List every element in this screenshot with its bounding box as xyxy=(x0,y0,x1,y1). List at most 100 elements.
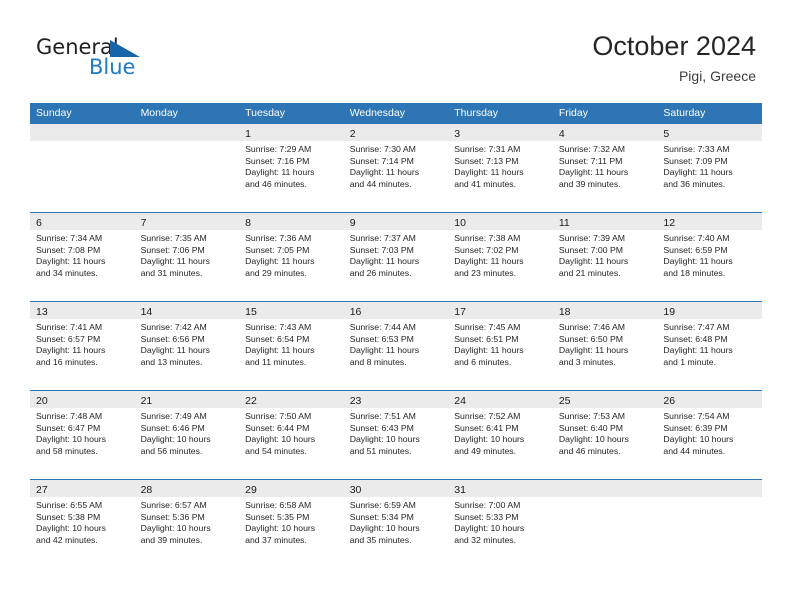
day-info: Sunrise: 7:49 AM Sunset: 6:46 PM Dayligh… xyxy=(135,408,240,457)
sunset-text: Sunset: 7:00 PM xyxy=(558,244,624,255)
sunrise-text: Sunrise: 7:49 AM xyxy=(140,411,207,421)
day-cell: 3 Sunrise: 7:31 AM Sunset: 7:13 PM Dayli… xyxy=(448,124,553,212)
day-number-band: 15 xyxy=(239,302,344,319)
day-number-band: 10 xyxy=(448,213,553,230)
day-cell: 15 Sunrise: 7:43 AM Sunset: 6:54 PM Dayl… xyxy=(239,302,344,390)
daylight-text-line1: Daylight: 11 hours xyxy=(454,167,524,178)
day-info: Sunrise: 7:33 AM Sunset: 7:09 PM Dayligh… xyxy=(657,141,762,190)
day-number-band: 22 xyxy=(239,391,344,408)
sunrise-text: Sunrise: 6:59 AM xyxy=(349,500,416,510)
sunrise-text: Sunrise: 7:39 AM xyxy=(558,233,625,243)
day-cell: 23 Sunrise: 7:51 AM Sunset: 6:43 PM Dayl… xyxy=(343,391,449,479)
day-cell: 28 Sunrise: 6:57 AM Sunset: 5:36 PM Dayl… xyxy=(134,480,240,568)
daylight-text-line1: Daylight: 10 hours xyxy=(140,434,211,445)
daylight-text-line1: Daylight: 11 hours xyxy=(245,167,315,178)
daylight-text-line2: and 26 minutes. xyxy=(349,267,412,278)
daylight-text-line2: and 13 minutes. xyxy=(140,356,203,367)
weekday-header-sunday: Sunday xyxy=(36,107,72,119)
day-cell: 12 Sunrise: 7:40 AM Sunset: 6:59 PM Dayl… xyxy=(657,213,762,301)
daylight-text-line2: and 18 minutes. xyxy=(663,267,726,278)
day-number-band xyxy=(552,480,658,497)
sunrise-text: Sunrise: 7:33 AM xyxy=(663,144,730,154)
day-info: Sunrise: 7:38 AM Sunset: 7:02 PM Dayligh… xyxy=(448,230,553,279)
day-number: 1 xyxy=(245,128,251,140)
day-cell: 13 Sunrise: 7:41 AM Sunset: 6:57 PM Dayl… xyxy=(30,302,135,390)
day-number-band: 31 xyxy=(448,480,553,497)
day-cell: 24 Sunrise: 7:52 AM Sunset: 6:41 PM Dayl… xyxy=(448,391,553,479)
daylight-text-line1: Daylight: 11 hours xyxy=(558,167,629,178)
sunset-text: Sunset: 7:16 PM xyxy=(245,155,310,166)
day-info: Sunrise: 7:50 AM Sunset: 6:44 PM Dayligh… xyxy=(239,408,344,457)
sunrise-text: Sunrise: 7:35 AM xyxy=(140,233,207,243)
sunset-text: Sunset: 7:14 PM xyxy=(349,155,414,166)
daylight-text-line2: and 42 minutes. xyxy=(36,534,98,545)
daylight-text-line1: Daylight: 10 hours xyxy=(454,523,525,534)
daylight-text-line1: Daylight: 11 hours xyxy=(454,345,524,356)
day-number-band xyxy=(657,480,762,497)
daylight-text-line2: and 49 minutes. xyxy=(454,445,517,456)
day-number-band: 18 xyxy=(552,302,658,319)
day-number-band: 29 xyxy=(239,480,344,497)
weekday-header-saturday: Saturday xyxy=(663,107,706,119)
daylight-text-line1: Daylight: 11 hours xyxy=(36,256,106,267)
sunrise-text: Sunrise: 7:44 AM xyxy=(349,322,416,332)
day-info xyxy=(657,497,762,500)
day-number: 31 xyxy=(454,484,466,496)
day-number: 20 xyxy=(36,395,48,407)
day-cell: 14 Sunrise: 7:42 AM Sunset: 6:56 PM Dayl… xyxy=(134,302,240,390)
sunset-text: Sunset: 6:51 PM xyxy=(454,333,519,344)
sunset-text: Sunset: 7:09 PM xyxy=(663,155,728,166)
week-row: 13 Sunrise: 7:41 AM Sunset: 6:57 PM Dayl… xyxy=(30,301,762,390)
daylight-text-line2: and 44 minutes. xyxy=(349,178,412,189)
day-cell: 11 Sunrise: 7:39 AM Sunset: 7:00 PM Dayl… xyxy=(552,213,658,301)
day-number-band: 5 xyxy=(657,124,762,141)
title-block: October 2024 Pigi, Greece xyxy=(592,30,756,84)
day-cell: 7 Sunrise: 7:35 AM Sunset: 7:06 PM Dayli… xyxy=(134,213,240,301)
day-number: 25 xyxy=(558,395,571,407)
day-number: 12 xyxy=(663,217,676,229)
weekday-header-friday: Friday xyxy=(558,107,588,119)
sunset-text: Sunset: 6:50 PM xyxy=(558,333,624,344)
day-number: 29 xyxy=(245,484,257,496)
day-cell: 22 Sunrise: 7:50 AM Sunset: 6:44 PM Dayl… xyxy=(239,391,344,479)
sunset-text: Sunset: 6:59 PM xyxy=(663,244,728,255)
day-info: Sunrise: 6:58 AM Sunset: 5:35 PM Dayligh… xyxy=(239,497,344,546)
daylight-text-line2: and 54 minutes. xyxy=(245,445,307,456)
sunrise-text: Sunrise: 7:40 AM xyxy=(663,233,730,243)
daylight-text-line2: and 23 minutes. xyxy=(454,267,517,278)
day-cell: 10 Sunrise: 7:38 AM Sunset: 7:02 PM Dayl… xyxy=(448,213,553,301)
sunrise-text: Sunrise: 7:47 AM xyxy=(663,322,730,332)
day-info: Sunrise: 7:36 AM Sunset: 7:05 PM Dayligh… xyxy=(239,230,344,279)
sunset-text: Sunset: 6:44 PM xyxy=(245,422,310,433)
day-number-band: 16 xyxy=(343,302,449,319)
daylight-text-line1: Daylight: 11 hours xyxy=(140,345,210,356)
sunrise-text: Sunrise: 7:48 AM xyxy=(36,411,103,421)
day-cell: 4 Sunrise: 7:32 AM Sunset: 7:11 PM Dayli… xyxy=(552,124,658,212)
day-cell: 29 Sunrise: 6:58 AM Sunset: 5:35 PM Dayl… xyxy=(239,480,344,568)
sunset-text: Sunset: 6:41 PM xyxy=(454,422,519,433)
daylight-text-line2: and 51 minutes. xyxy=(349,445,412,456)
day-info: Sunrise: 7:29 AM Sunset: 7:16 PM Dayligh… xyxy=(239,141,344,190)
daylight-text-line1: Daylight: 10 hours xyxy=(36,434,107,445)
day-info: Sunrise: 7:42 AM Sunset: 6:56 PM Dayligh… xyxy=(135,319,240,368)
daylight-text-line2: and 56 minutes. xyxy=(140,445,203,456)
day-number: 15 xyxy=(245,306,257,318)
day-number: 21 xyxy=(140,395,153,407)
day-number: 6 xyxy=(36,217,42,229)
sunrise-text: Sunrise: 7:53 AM xyxy=(558,411,625,421)
daylight-text-line2: and 1 minute. xyxy=(663,356,717,367)
daylight-text-line2: and 58 minutes. xyxy=(36,445,98,456)
day-number-band: 12 xyxy=(657,213,762,230)
day-number: 4 xyxy=(558,128,565,140)
day-cell xyxy=(30,124,135,212)
day-info: Sunrise: 7:31 AM Sunset: 7:13 PM Dayligh… xyxy=(448,141,553,190)
day-number: 9 xyxy=(349,217,356,229)
day-cell: 17 Sunrise: 7:45 AM Sunset: 6:51 PM Dayl… xyxy=(448,302,553,390)
day-info: Sunrise: 7:00 AM Sunset: 5:33 PM Dayligh… xyxy=(448,497,553,546)
daylight-text-line2: and 39 minutes. xyxy=(140,534,203,545)
sunset-text: Sunset: 6:53 PM xyxy=(349,333,414,344)
day-cell: 31 Sunrise: 7:00 AM Sunset: 5:33 PM Dayl… xyxy=(448,480,553,568)
day-cell: 19 Sunrise: 7:47 AM Sunset: 6:48 PM Dayl… xyxy=(657,302,762,390)
daylight-text-line1: Daylight: 10 hours xyxy=(558,434,629,445)
day-number-band: 25 xyxy=(552,391,658,408)
